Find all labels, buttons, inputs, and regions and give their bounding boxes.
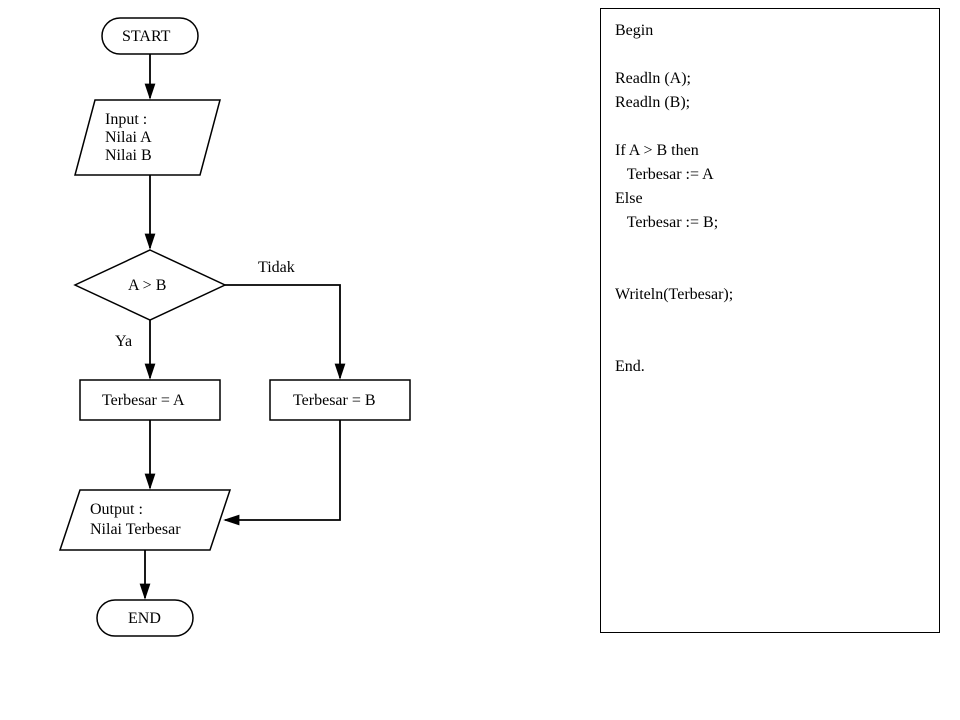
code-line-3: Readln (A); [615,67,925,91]
code-line-6: If A > B then [615,139,925,163]
input-line2: Nilai A [105,128,152,147]
code-line-14 [615,331,925,355]
output-line2: Nilai Terbesar [90,520,181,539]
code-line-12: Writeln(Terbesar); [615,283,925,307]
code-line-9: Terbesar := B; [615,211,925,235]
code-line-4: Readln (B); [615,91,925,115]
start-terminator: START [122,27,170,46]
code-line-2 [615,43,925,67]
code-line-11 [615,259,925,283]
flowchart-panel: START Input : Nilai A Nilai B A > B Ya T… [0,0,480,720]
code-line-5 [615,115,925,139]
code-line-13 [615,307,925,331]
end-terminator: END [128,609,161,628]
process-box-b: Terbesar = B [293,391,376,410]
output-line1: Output : [90,500,143,519]
code-line-1: Begin [615,19,925,43]
label-yes: Ya [115,332,132,351]
flowchart-svg [0,0,480,720]
pseudocode-panel: Begin Readln (A); Readln (B); If A > B t… [600,8,940,633]
process-box-a: Terbesar = A [102,391,185,410]
code-line-10 [615,235,925,259]
decision-diamond: A > B [128,276,166,295]
code-line-7: Terbesar := A [615,163,925,187]
label-no: Tidak [258,258,295,277]
code-line-8: Else [615,187,925,211]
input-line3: Nilai B [105,146,152,165]
code-line-15: End. [615,355,925,379]
input-line1: Input : [105,110,147,129]
